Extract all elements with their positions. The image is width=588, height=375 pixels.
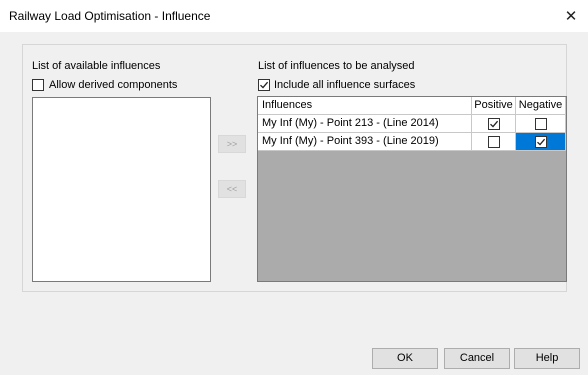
column-header-positive[interactable]: Positive	[472, 97, 516, 115]
allow-derived-label: Allow derived components	[49, 79, 178, 91]
allow-derived-checkbox[interactable]	[32, 79, 44, 91]
table-row[interactable]: My Inf (My) - Point 213 - (Line 2014)	[258, 115, 566, 133]
influences-grid[interactable]: Influences Positive Negative My Inf (My)…	[257, 96, 567, 282]
include-all-checkbox[interactable]	[258, 79, 270, 91]
positive-checkbox[interactable]	[487, 136, 500, 148]
negative-cell[interactable]	[516, 115, 566, 133]
check-icon	[536, 138, 545, 146]
negative-checkbox[interactable]	[534, 136, 547, 148]
influence-name-cell[interactable]: My Inf (My) - Point 213 - (Line 2014)	[258, 115, 472, 133]
table-row[interactable]: My Inf (My) - Point 393 - (Line 2019)	[258, 133, 566, 151]
ok-button[interactable]: OK	[372, 348, 438, 369]
negative-cell-selected[interactable]	[516, 133, 566, 151]
negative-checkbox[interactable]	[534, 118, 547, 130]
column-header-influences[interactable]: Influences	[258, 97, 472, 115]
positive-cell[interactable]	[472, 115, 516, 133]
include-all-label: Include all influence surfaces	[274, 79, 416, 91]
available-influences-heading: List of available influences	[32, 60, 161, 72]
cancel-button[interactable]: Cancel	[444, 348, 510, 369]
window-title: Railway Load Optimisation - Influence	[9, 9, 211, 23]
title-bar: Railway Load Optimisation - Influence ✕	[0, 0, 588, 32]
dialog-window: Railway Load Optimisation - Influence ✕ …	[0, 0, 588, 375]
check-icon	[489, 120, 498, 128]
close-button[interactable]: ✕	[554, 0, 588, 32]
column-header-negative[interactable]: Negative	[516, 97, 566, 115]
help-button[interactable]: Help	[514, 348, 580, 369]
influence-name-cell[interactable]: My Inf (My) - Point 393 - (Line 2019)	[258, 133, 472, 151]
remove-influence-button[interactable]: <<	[218, 180, 246, 198]
positive-checkbox[interactable]	[487, 118, 500, 130]
available-influences-list[interactable]	[32, 97, 211, 282]
check-icon	[260, 81, 269, 89]
analysed-influences-heading: List of influences to be analysed	[258, 60, 415, 72]
add-influence-button[interactable]: >>	[218, 135, 246, 153]
grid-header: Influences Positive Negative	[258, 97, 566, 115]
close-icon: ✕	[564, 8, 578, 25]
positive-cell[interactable]	[472, 133, 516, 151]
